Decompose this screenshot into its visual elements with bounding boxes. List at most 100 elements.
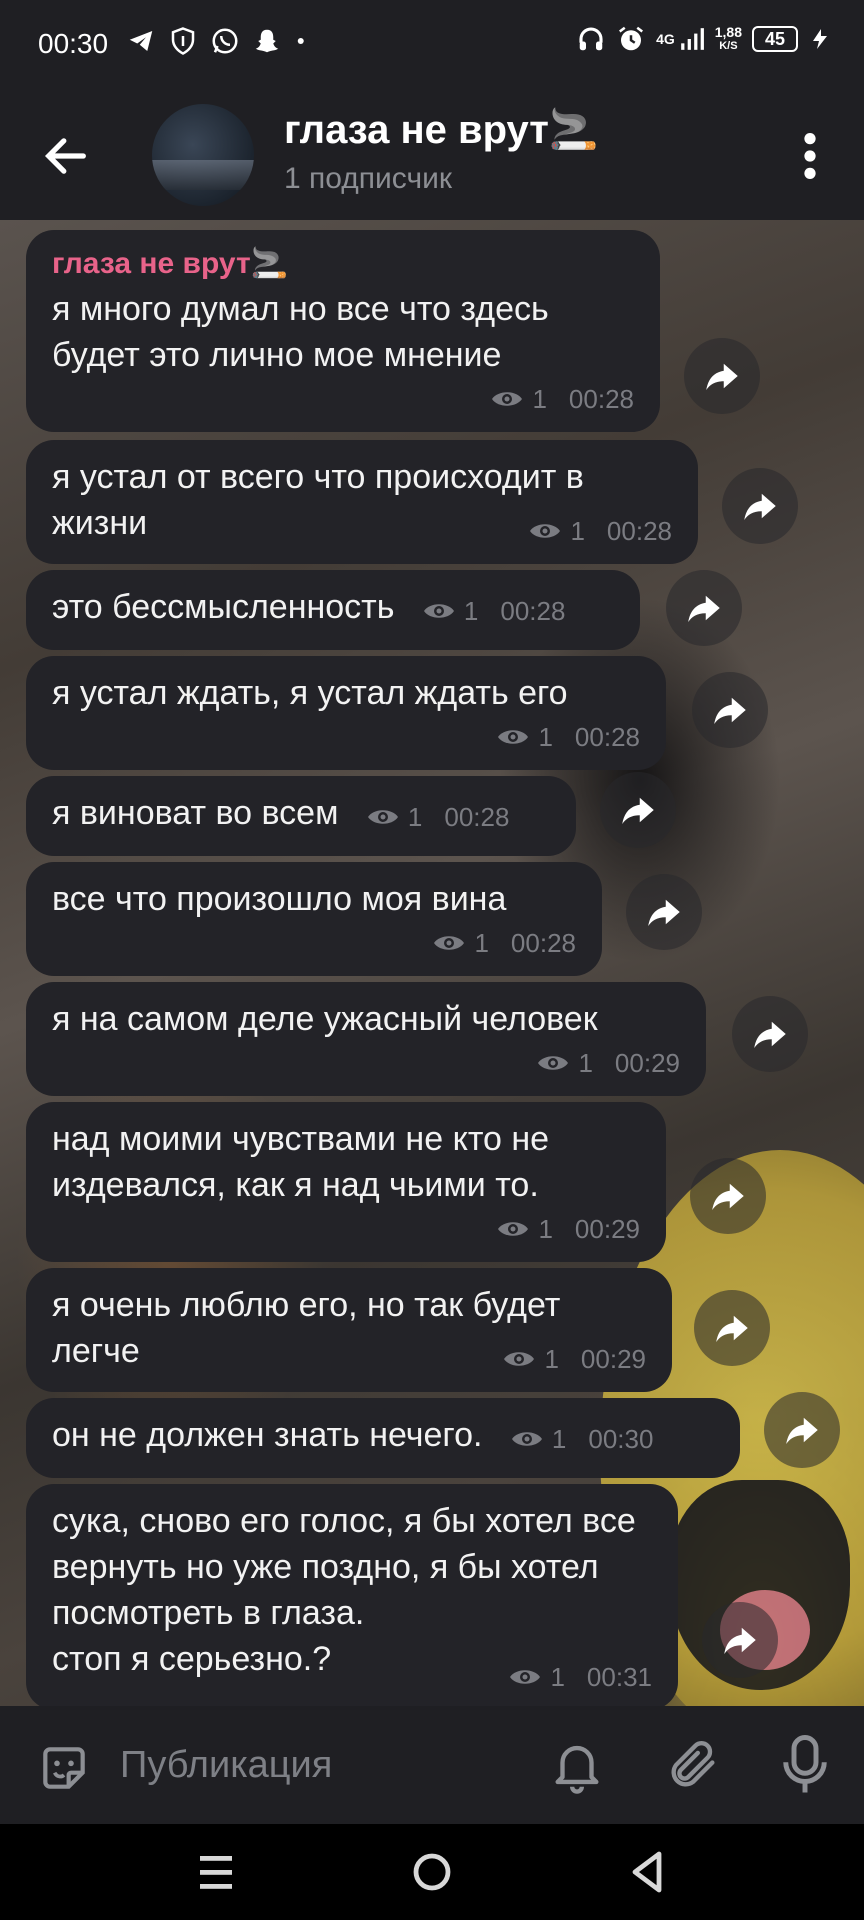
message-text: это бессмысленность xyxy=(52,588,395,626)
whatsapp-icon xyxy=(212,28,238,54)
message-bubble[interactable]: я устал от всего что происходит в жизни … xyxy=(26,440,698,564)
message-meta: 1 00:29 xyxy=(536,1040,680,1086)
views-eye-icon xyxy=(504,1352,535,1366)
message-text: я много думал но все что здесь будет это… xyxy=(52,290,549,374)
compose-bar: Публикация xyxy=(0,1706,864,1824)
signal-icon xyxy=(680,28,704,50)
forward-button[interactable] xyxy=(722,468,798,544)
forward-button[interactable] xyxy=(600,772,676,848)
share-arrow-icon xyxy=(688,595,720,622)
forward-button[interactable] xyxy=(694,1290,770,1366)
share-arrow-icon xyxy=(706,363,738,390)
forward-button[interactable] xyxy=(690,1158,766,1234)
view-count: 1 xyxy=(532,384,547,414)
share-arrow-icon xyxy=(714,697,746,724)
microphone-icon[interactable] xyxy=(782,1732,828,1798)
message-time: 00:28 xyxy=(574,722,640,752)
share-arrow-icon xyxy=(786,1417,818,1444)
sticker-icon[interactable] xyxy=(36,1740,92,1796)
message-time: 00:28 xyxy=(606,516,672,546)
forward-button[interactable] xyxy=(702,1602,778,1678)
message-meta: 1 00:29 xyxy=(502,1336,646,1382)
view-count: 1 xyxy=(538,722,553,752)
view-count: 1 xyxy=(538,1214,553,1244)
views-eye-icon xyxy=(538,1056,569,1070)
view-count: 1 xyxy=(463,596,479,626)
snapchat-icon xyxy=(255,29,279,53)
message-time: 00:28 xyxy=(568,384,634,414)
message-time: 00:29 xyxy=(580,1344,646,1374)
message-text: я устал ждать, я устал ждать его xyxy=(52,674,568,712)
shield-icon xyxy=(171,27,195,55)
message-bubble[interactable]: над моими чувствами не кто не издевался,… xyxy=(26,1102,666,1262)
message-text: я на самом деле ужасный человек xyxy=(52,1000,598,1038)
network-indicator: 4G xyxy=(656,24,705,54)
message-time: 00:31 xyxy=(586,1662,652,1692)
channel-title[interactable]: глаза не врут🚬 xyxy=(284,106,599,153)
message-bubble[interactable]: глаза не врут🚬 я много думал но все что … xyxy=(26,230,660,432)
chat-area[interactable]: глаза не врут🚬 я много думал но все что … xyxy=(0,220,864,1706)
message-meta: 1 00:31 xyxy=(508,1654,652,1700)
message-input[interactable]: Публикация xyxy=(120,1744,332,1787)
message-meta: 1 00:28 xyxy=(490,376,634,422)
message-bubble[interactable]: сука, сново его голос, я бы хотел все ве… xyxy=(26,1484,678,1706)
forward-button[interactable] xyxy=(732,996,808,1072)
message-author[interactable]: глаза не врут🚬 xyxy=(52,244,634,284)
home-icon[interactable] xyxy=(412,1852,452,1892)
message-bubble[interactable]: я на самом деле ужасный человек 1 00:29 xyxy=(26,982,706,1096)
battery-indicator: 45 xyxy=(752,26,798,52)
alarm-icon xyxy=(619,26,644,51)
message-time: 00:28 xyxy=(510,928,576,958)
views-eye-icon xyxy=(511,1432,542,1446)
view-count: 1 xyxy=(551,1424,567,1454)
attach-icon[interactable] xyxy=(664,1734,722,1796)
share-arrow-icon xyxy=(716,1315,748,1342)
view-count: 1 xyxy=(544,1344,559,1374)
notification-icons xyxy=(126,26,312,56)
speed-unit: K/S xyxy=(719,40,738,52)
forward-button[interactable] xyxy=(666,570,742,646)
message-meta: 1 00:28 xyxy=(496,714,640,760)
back-triangle-icon[interactable] xyxy=(628,1850,666,1894)
forward-button[interactable] xyxy=(626,874,702,950)
message-bubble[interactable]: я устал ждать, я устал ждать его 1 00:28 xyxy=(26,656,666,770)
message-bubble[interactable]: я виноват во всем 1 00:28 xyxy=(26,776,576,856)
views-eye-icon xyxy=(498,1222,529,1236)
views-eye-icon xyxy=(530,524,561,538)
message-bubble[interactable]: он не должен знать нечего. 1 00:30 xyxy=(26,1398,740,1478)
views-eye-icon xyxy=(492,392,523,406)
bell-icon[interactable] xyxy=(548,1734,606,1796)
view-count: 1 xyxy=(570,516,585,546)
view-count: 1 xyxy=(578,1048,593,1078)
message-text: он не должен знать нечего. xyxy=(52,1416,483,1454)
channel-header: глаза не врут🚬 1 подписчик xyxy=(0,86,864,220)
message-bubble[interactable]: все что произошло моя вина 1 00:28 xyxy=(26,862,602,976)
status-bar: 00:30 4G 1,88 K/S 45 xyxy=(0,0,864,86)
message-bubble[interactable]: это бессмысленность 1 00:28 xyxy=(26,570,640,650)
view-count: 1 xyxy=(407,802,423,832)
forward-button[interactable] xyxy=(692,672,768,748)
message-text: все что произошло моя вина xyxy=(52,880,507,918)
forward-button[interactable] xyxy=(684,338,760,414)
system-icons: 4G 1,88 K/S 45 xyxy=(576,24,832,54)
message-meta: 1 00:28 xyxy=(528,508,672,554)
channel-avatar[interactable] xyxy=(152,104,254,206)
message-bubble[interactable]: я очень люблю его, но так будет легче 1 … xyxy=(26,1268,672,1392)
system-nav-bar xyxy=(0,1824,864,1920)
views-eye-icon xyxy=(367,810,398,824)
message-time: 00:29 xyxy=(614,1048,680,1078)
telegram-icon xyxy=(129,31,153,51)
headphones-icon xyxy=(579,27,603,51)
message-meta: 1 00:28 xyxy=(422,588,566,634)
network-speed: 1,88 K/S xyxy=(715,25,742,53)
more-options-icon[interactable] xyxy=(796,130,824,182)
recent-apps-icon[interactable] xyxy=(198,1850,234,1894)
back-arrow-icon[interactable] xyxy=(40,130,92,182)
share-arrow-icon xyxy=(622,797,654,824)
forward-button[interactable] xyxy=(764,1392,840,1468)
speed-value: 1,88 xyxy=(714,24,742,40)
views-eye-icon xyxy=(510,1670,541,1684)
views-eye-icon xyxy=(423,604,454,618)
message-time: 00:28 xyxy=(500,596,566,626)
charging-icon xyxy=(813,29,827,49)
